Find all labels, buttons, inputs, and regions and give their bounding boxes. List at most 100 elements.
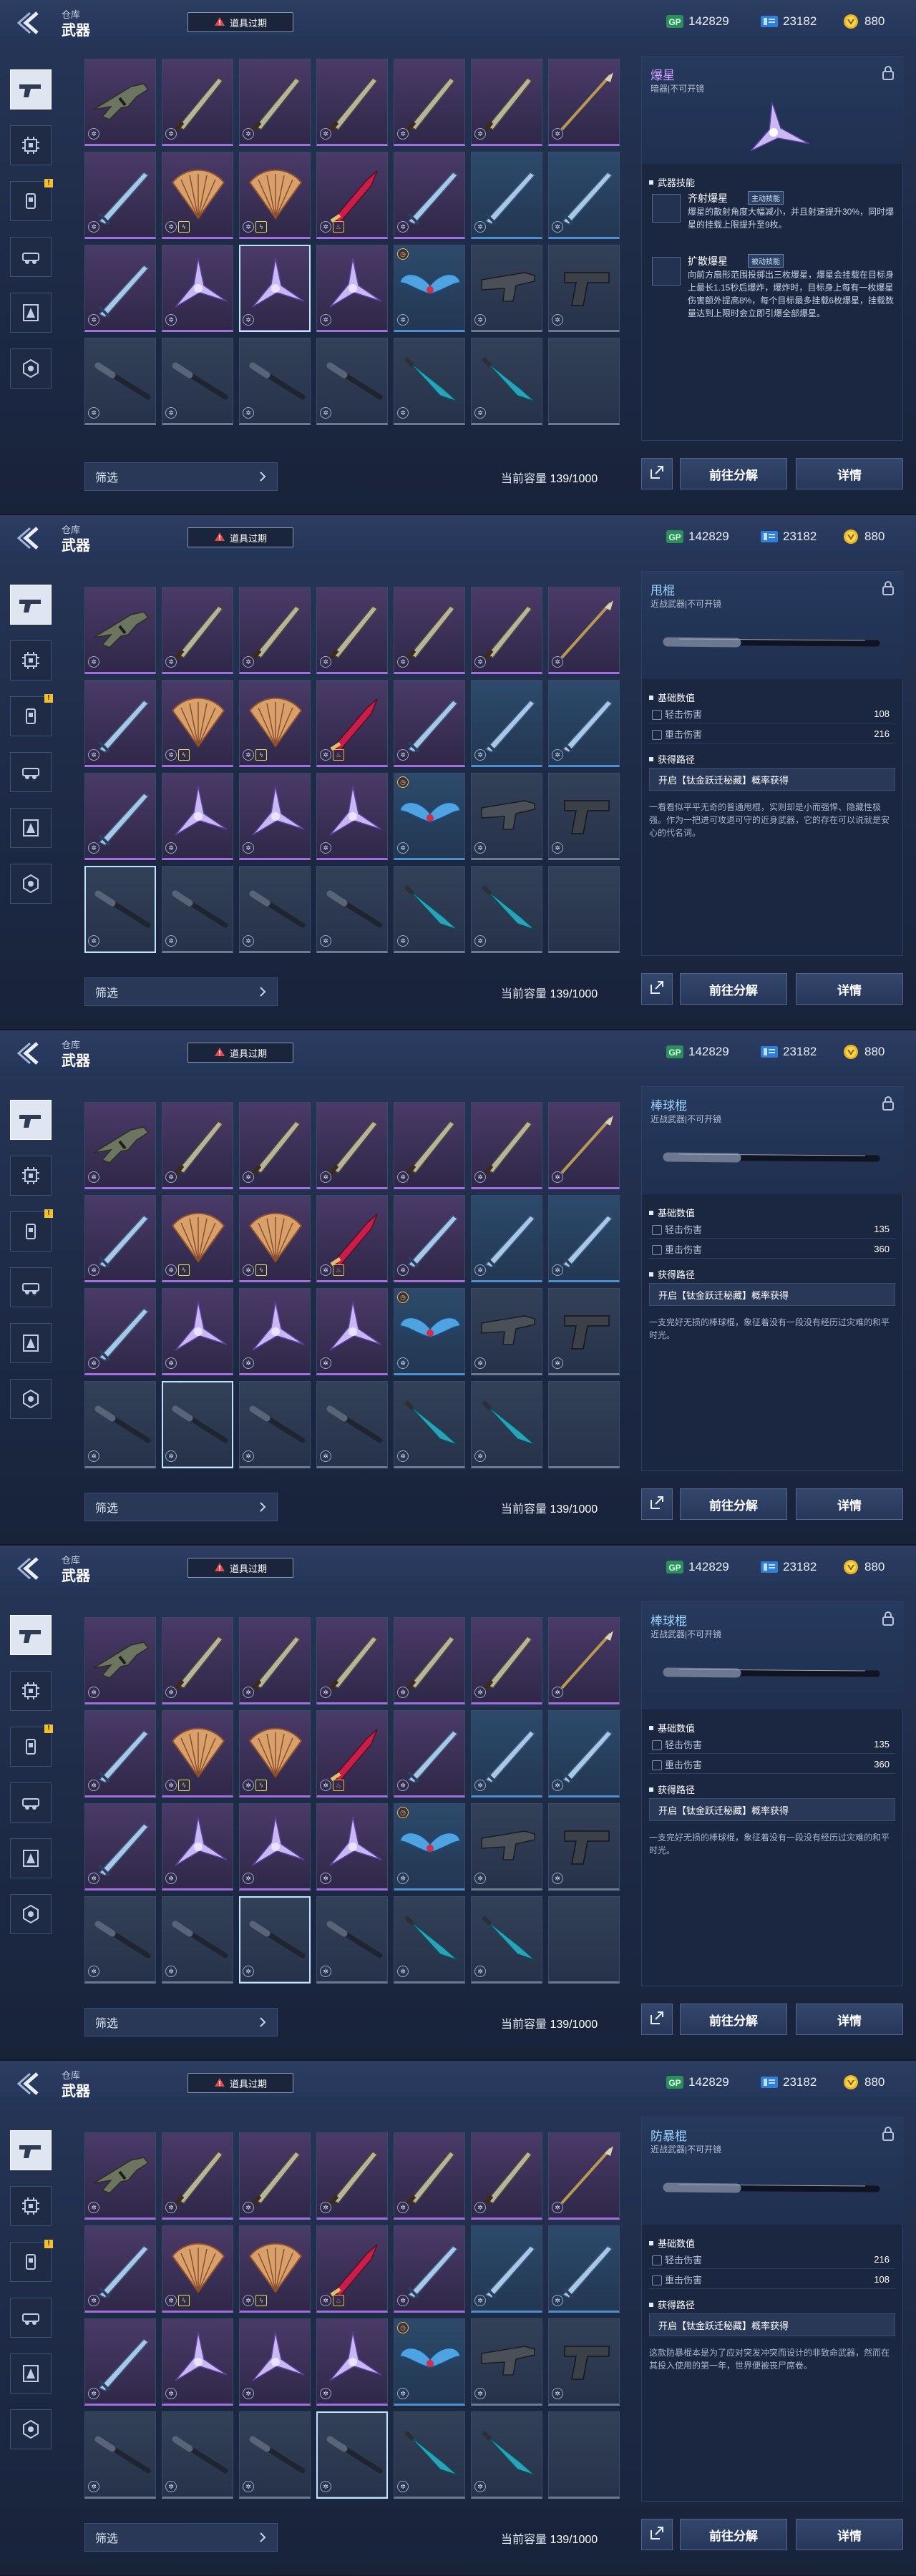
weapon-slot-knife[interactable]: ✲ [471, 2411, 542, 2499]
expired-items-button[interactable]: 道具过期 [187, 12, 293, 32]
sidebar-tab-chip[interactable] [7, 123, 54, 167]
sidebar-tab-chip[interactable] [7, 2184, 54, 2228]
sidebar-tab-emblem[interactable] [7, 2351, 54, 2396]
weapon-slot-blade[interactable]: ✲ [394, 1102, 465, 1189]
weapon-slot-blade[interactable]: ✲ [162, 1617, 233, 1704]
weapon-slot-blade[interactable]: ✲ [471, 587, 542, 674]
weapon-slot-star[interactable]: ✲ [239, 245, 311, 332]
share-button[interactable] [641, 1488, 673, 1520]
sidebar-tab-gear-badge[interactable] [7, 862, 54, 906]
weapon-slot-blade[interactable]: ✲ [316, 59, 388, 146]
weapon-slot-dagger[interactable]: ✲ ♨ [316, 1195, 388, 1282]
filter-dropdown[interactable]: 筛选 [84, 2008, 278, 2036]
sidebar-tab-gear-badge[interactable] [7, 346, 54, 391]
weapon-slot-sword[interactable]: ✲ [84, 1803, 156, 1890]
weapon-slot-gun[interactable]: ✲ [471, 2318, 542, 2406]
weapon-slot-blade[interactable]: ✲ [394, 59, 465, 146]
weapon-slot-blade[interactable]: ✲ [394, 2132, 465, 2220]
lock-icon[interactable] [880, 1611, 897, 1626]
weapon-slot-spear[interactable]: ✲ [548, 1617, 620, 1704]
weapon-slot-baton[interactable]: ✲ [84, 1896, 156, 1984]
weapon-slot-spear[interactable]: ✲ [548, 587, 620, 674]
weapon-slot-sword[interactable]: ✲ [471, 1710, 542, 1797]
lock-icon[interactable] [880, 65, 897, 81]
weapon-slot-baton[interactable]: ✲ [239, 2411, 311, 2499]
weapon-slot-sword[interactable]: ✲ [394, 1710, 465, 1797]
weapon-slot-fan[interactable]: ✲ ϟ [239, 1710, 311, 1797]
weapon-slot-sword[interactable]: ✲ [548, 1710, 620, 1797]
weapon-slot-empty[interactable] [548, 338, 620, 425]
weapon-slot-sword[interactable]: ✲ [84, 2318, 156, 2406]
weapon-slot-baton[interactable]: ✲ [239, 1896, 311, 1984]
weapon-slot-dagger[interactable]: ✲ ♨ [316, 680, 388, 767]
weapon-slot-blade[interactable]: ✲ [239, 1102, 311, 1189]
weapon-slot-blade[interactable]: ✲ [316, 587, 388, 674]
weapon-slot-fan[interactable]: ✲ ϟ [162, 680, 233, 767]
sidebar-tab-chip[interactable] [7, 1153, 54, 1198]
weapon-slot-star[interactable]: ✲ [239, 1803, 311, 1890]
weapon-slot-baton[interactable]: ✲ [162, 2411, 233, 2499]
details-button[interactable]: 详情 [796, 458, 903, 489]
details-button[interactable]: 详情 [796, 2004, 903, 2035]
weapon-slot-baton[interactable]: ✲ [316, 2411, 388, 2499]
decompose-button[interactable]: 前往分解 [680, 2519, 787, 2550]
weapon-slot-fan[interactable]: ✲ ϟ [162, 2225, 233, 2313]
weapon-slot-rifle[interactable]: ✲ [84, 1617, 156, 1704]
weapon-slot-sword[interactable]: ✲ [84, 152, 156, 239]
weapon-slot-pistol[interactable]: ✲ [548, 2318, 620, 2406]
back-button[interactable] [13, 1039, 50, 1068]
weapon-slot-fan[interactable]: ✲ ϟ [239, 680, 311, 767]
weapon-slot-blade[interactable]: ✲ [239, 59, 311, 146]
weapon-slot-knife[interactable]: ✲ [471, 1381, 542, 1468]
weapon-slot-sword[interactable]: ✲ [84, 1288, 156, 1375]
weapon-slot-blade[interactable]: ✲ [471, 1102, 542, 1189]
sidebar-tab-chip[interactable] [7, 1669, 54, 1713]
weapon-slot-baton[interactable]: ✲ [84, 2411, 156, 2499]
weapon-slot-sword[interactable]: ✲ [84, 1710, 156, 1797]
source-route[interactable]: 开启【钛金跃迁秘藏】概率获得 [649, 768, 895, 791]
sidebar-tab-consumable[interactable]: ! [7, 1724, 54, 1769]
share-button[interactable] [641, 2519, 673, 2550]
weapon-slot-star[interactable]: ✲ [239, 773, 311, 860]
weapon-slot-star[interactable]: ✲ [162, 1803, 233, 1890]
weapon-slot-fan[interactable]: ✲ ϟ [239, 1195, 311, 1282]
weapon-slot-baton[interactable]: ✲ [316, 338, 388, 425]
weapon-slot-baton[interactable]: ✲ [239, 338, 311, 425]
back-button[interactable] [13, 2069, 50, 2098]
weapon-slot-sword[interactable]: ✲ [84, 2225, 156, 2313]
weapon-slot-sword[interactable]: ✲ [548, 1195, 620, 1282]
weapon-slot-sword[interactable]: ✲ [84, 245, 156, 332]
sidebar-tab-gear-badge[interactable] [7, 2407, 54, 2451]
weapon-slot-knife[interactable]: ✲ [394, 1381, 465, 1468]
sidebar-tab-pistol[interactable] [7, 582, 54, 627]
sidebar-tab-vehicle[interactable] [7, 1265, 54, 1309]
sidebar-tab-consumable[interactable]: ! [7, 1209, 54, 1254]
weapon-slot-blade[interactable]: ✲ [162, 587, 233, 674]
sidebar-tab-emblem[interactable] [7, 1836, 54, 1880]
source-route[interactable]: 开启【钛金跃迁秘藏】概率获得 [649, 1283, 895, 1306]
source-route[interactable]: 开启【钛金跃迁秘藏】概率获得 [649, 2313, 895, 2336]
weapon-slot-rifle[interactable]: ✲ [84, 587, 156, 674]
weapon-slot-baton[interactable]: ✲ [84, 338, 156, 425]
weapon-slot-knife[interactable]: ✲ [394, 2411, 465, 2499]
weapon-slot-fan[interactable]: ✲ ϟ [162, 152, 233, 239]
weapon-slot-blade[interactable]: ✲ [239, 1617, 311, 1704]
weapon-slot-star[interactable]: ✲ [162, 2318, 233, 2406]
weapon-slot-blade[interactable]: ✲ [162, 59, 233, 146]
weapon-slot-baton[interactable]: ✲ [84, 866, 156, 953]
sidebar-tab-vehicle[interactable] [7, 1780, 54, 1825]
weapon-slot-rifle[interactable]: ✲ [84, 2132, 156, 2220]
weapon-slot-star[interactable]: ✲ [316, 1803, 388, 1890]
share-button[interactable] [641, 973, 673, 1005]
weapon-slot-gun[interactable]: ✲ [471, 245, 542, 332]
weapon-slot-knife[interactable]: ✲ [394, 1896, 465, 1984]
weapon-slot-fan[interactable]: ✲ ϟ [162, 1195, 233, 1282]
sidebar-tab-gear-badge[interactable] [7, 1377, 54, 1421]
weapon-slot-baton[interactable]: ✲ [239, 866, 311, 953]
weapon-slot-star[interactable]: ✲ [162, 1288, 233, 1375]
sidebar-tab-vehicle[interactable] [7, 235, 54, 279]
weapon-slot-empty[interactable] [548, 2411, 620, 2499]
weapon-slot-baton[interactable]: ✲ [316, 1381, 388, 1468]
weapon-slot-star[interactable]: ✲ [316, 245, 388, 332]
weapon-slot-sword[interactable]: ✲ [471, 2225, 542, 2313]
